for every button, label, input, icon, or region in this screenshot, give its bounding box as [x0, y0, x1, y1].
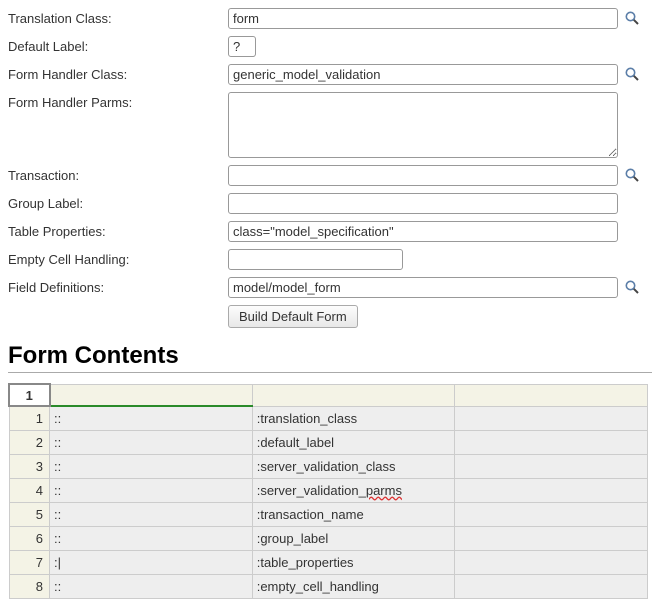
- grid-cell[interactable]: ::: [50, 526, 253, 550]
- label-translation-class: Translation Class:: [8, 8, 228, 26]
- grid-cell[interactable]: ::: [50, 454, 253, 478]
- grid-col-header-b[interactable]: [252, 384, 455, 406]
- label-default-label: Default Label:: [8, 36, 228, 54]
- label-transaction: Transaction:: [8, 165, 228, 183]
- grid-cell[interactable]: :server_validation_class: [252, 454, 455, 478]
- input-empty-cell-handling[interactable]: [228, 249, 403, 270]
- textarea-form-handler-parms[interactable]: [228, 92, 618, 158]
- input-form-handler-class[interactable]: [228, 64, 618, 85]
- grid-col-header-c[interactable]: [455, 384, 648, 406]
- grid-cell[interactable]: [455, 574, 648, 598]
- table-row: 1:::translation_class: [9, 406, 648, 430]
- grid-cell[interactable]: :group_label: [252, 526, 455, 550]
- grid-cell[interactable]: :default_label: [252, 430, 455, 454]
- section-title-form-contents: Form Contents: [8, 342, 652, 373]
- grid-cell[interactable]: ::: [50, 406, 253, 430]
- grid-cell[interactable]: :transaction_name: [252, 502, 455, 526]
- form-contents-grid: 1 1:::translation_class2:::default_label…: [8, 383, 648, 599]
- input-default-label[interactable]: [228, 36, 256, 57]
- grid-row-header[interactable]: 1: [9, 406, 50, 430]
- grid-cell[interactable]: [455, 550, 648, 574]
- grid-cell[interactable]: :table_properties: [252, 550, 455, 574]
- grid-cell[interactable]: [455, 502, 648, 526]
- label-group-label: Group Label:: [8, 193, 228, 211]
- input-field-definitions[interactable]: [228, 277, 618, 298]
- grid-cell[interactable]: :empty_cell_handling: [252, 574, 455, 598]
- magnifier-icon[interactable]: [624, 167, 640, 183]
- grid-cell[interactable]: [455, 478, 648, 502]
- grid-row-header[interactable]: 2: [9, 430, 50, 454]
- grid-row-header[interactable]: 8: [9, 574, 50, 598]
- grid-row-header[interactable]: 7: [9, 550, 50, 574]
- table-row: 2:::default_label: [9, 430, 648, 454]
- table-row: 3:::server_validation_class: [9, 454, 648, 478]
- build-default-form-button[interactable]: Build Default Form: [228, 305, 358, 328]
- grid-cell[interactable]: :server_validation_parms: [252, 478, 455, 502]
- grid-cell[interactable]: ::: [50, 478, 253, 502]
- grid-cell[interactable]: [455, 406, 648, 430]
- grid-row-header[interactable]: 5: [9, 502, 50, 526]
- grid-cell[interactable]: [455, 526, 648, 550]
- grid-cell[interactable]: [455, 430, 648, 454]
- grid-cell[interactable]: ::: [50, 502, 253, 526]
- table-row: 4:::server_validation_parms: [9, 478, 648, 502]
- grid-row-header[interactable]: 3: [9, 454, 50, 478]
- magnifier-icon[interactable]: [624, 10, 640, 26]
- table-row: 6:::group_label: [9, 526, 648, 550]
- grid-cell[interactable]: :|: [50, 550, 253, 574]
- grid-row-header[interactable]: 6: [9, 526, 50, 550]
- grid-col-header-a[interactable]: [50, 384, 253, 406]
- grid-cell[interactable]: :translation_class: [252, 406, 455, 430]
- label-form-handler-class: Form Handler Class:: [8, 64, 228, 82]
- table-row: 5:::transaction_name: [9, 502, 648, 526]
- grid-cell[interactable]: [455, 454, 648, 478]
- input-transaction[interactable]: [228, 165, 618, 186]
- label-field-definitions: Field Definitions:: [8, 277, 228, 295]
- grid-cell[interactable]: ::: [50, 430, 253, 454]
- magnifier-icon[interactable]: [624, 66, 640, 82]
- label-empty-cell-handling: Empty Cell Handling:: [8, 249, 228, 267]
- grid-corner-cell[interactable]: 1: [9, 384, 50, 406]
- input-translation-class[interactable]: [228, 8, 618, 29]
- form-panel: Translation Class: Default Label: Form H…: [8, 8, 652, 328]
- input-group-label[interactable]: [228, 193, 618, 214]
- input-table-properties[interactable]: [228, 221, 618, 242]
- grid-row-header[interactable]: 4: [9, 478, 50, 502]
- label-form-handler-parms: Form Handler Parms:: [8, 92, 228, 110]
- label-table-properties: Table Properties:: [8, 221, 228, 239]
- table-row: 7:|:table_properties: [9, 550, 648, 574]
- grid-cell[interactable]: ::: [50, 574, 253, 598]
- magnifier-icon[interactable]: [624, 279, 640, 295]
- table-row: 8:::empty_cell_handling: [9, 574, 648, 598]
